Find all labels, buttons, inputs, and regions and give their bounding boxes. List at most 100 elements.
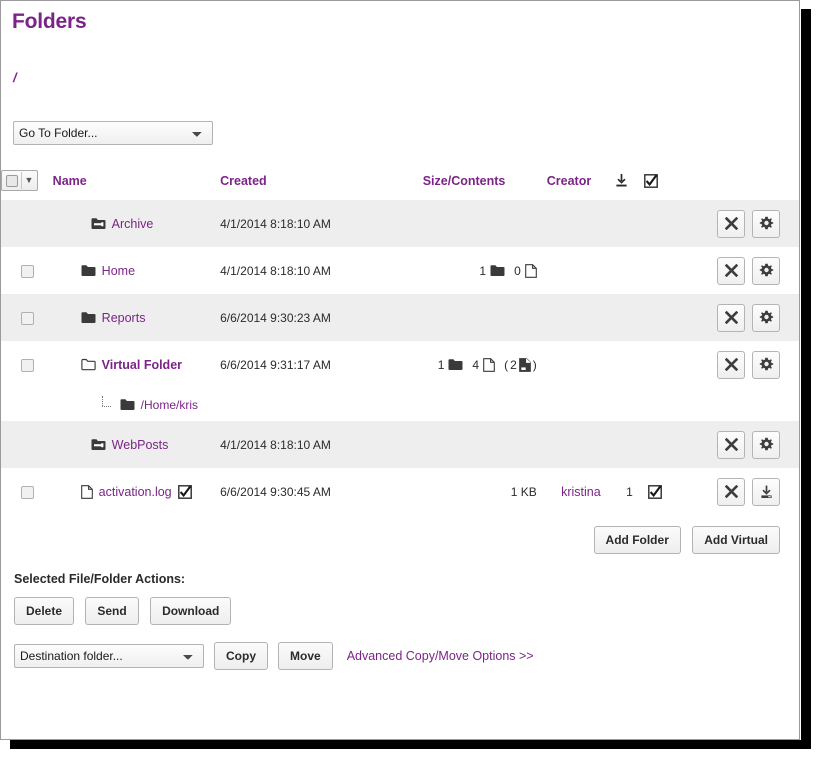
row-check-flag: [643, 421, 686, 468]
row-name-cell: Home: [52, 247, 221, 294]
header-checkmark[interactable]: [644, 165, 685, 200]
contents-counts: 1 4 (2): [438, 358, 537, 372]
row-size-contents: 1 KB: [422, 468, 547, 515]
table-header: ▼ Name Created Size/Contents Creator: [1, 165, 799, 200]
row-check-flag: [643, 294, 686, 341]
folders-table: ▼ Name Created Size/Contents Creator Arc…: [1, 165, 799, 515]
copy-move-row: Destination folder... Copy Move Advanced…: [1, 625, 799, 670]
paren-close: ): [532, 357, 537, 372]
delete-icon: [724, 264, 738, 277]
row-creator: [546, 247, 615, 294]
row-name-link[interactable]: Virtual Folder: [102, 358, 182, 372]
goto-folder-select[interactable]: Go To Folder...: [13, 121, 213, 145]
row-gear-button[interactable]: [752, 209, 780, 238]
delete-button[interactable]: Delete: [14, 597, 75, 625]
row-delete-button[interactable]: [717, 350, 745, 379]
row-gear-button[interactable]: [752, 430, 780, 459]
row-checkbox[interactable]: [21, 485, 34, 499]
breadcrumb: /: [13, 70, 17, 85]
row-checkbox[interactable]: [21, 358, 34, 372]
row-download-button[interactable]: [752, 477, 780, 506]
row-check-flag: [643, 247, 686, 294]
row-actions: [685, 247, 799, 294]
row-name-link[interactable]: Reports: [102, 311, 146, 325]
row-checkbox[interactable]: [21, 311, 34, 325]
delete-icon: [724, 358, 738, 371]
window-shadow-bottom: [10, 740, 811, 749]
window-shadow-right: [801, 9, 811, 748]
row-delete-button[interactable]: [717, 430, 745, 459]
row-delete-button[interactable]: [717, 209, 745, 238]
send-button[interactable]: Send: [85, 597, 139, 625]
header-creator[interactable]: Creator: [547, 165, 615, 200]
subfolder-count: 1: [479, 264, 505, 278]
table-row: WebPosts 4/1/2014 8:18:10 AM: [1, 421, 799, 468]
table-body: Archive 4/1/2014 8:18:10 AM Home 4/1/2014 8…: [1, 200, 799, 515]
header-created[interactable]: Created: [220, 165, 423, 200]
destination-folder-select[interactable]: Destination folder...: [14, 644, 204, 668]
row-name-link[interactable]: Archive: [112, 217, 154, 231]
row-checkbox[interactable]: [21, 264, 34, 278]
table-row: Archive 4/1/2014 8:18:10 AM: [1, 200, 799, 247]
row-gear-button[interactable]: [752, 256, 780, 285]
row-name-cell: /Home/kris: [52, 388, 221, 421]
row-created: 6/6/2014 9:30:45 AM: [220, 468, 423, 515]
row-select-cell: [1, 294, 53, 341]
copy-button[interactable]: Copy: [214, 642, 268, 670]
row-name-link[interactable]: activation.log: [99, 485, 172, 499]
add-virtual-button[interactable]: Add Virtual: [692, 526, 780, 554]
row-name-cell: Archive: [52, 200, 221, 247]
selected-actions-label: Selected File/Folder Actions:: [14, 572, 186, 586]
row-download-count: [614, 388, 644, 421]
gear-icon: [759, 216, 774, 231]
row-delete-button[interactable]: [717, 303, 745, 332]
contents-counts: 10: [479, 264, 537, 278]
download-button[interactable]: Download: [150, 597, 232, 625]
header-name[interactable]: Name: [53, 165, 220, 200]
file-count-value: 4: [472, 357, 480, 372]
select-all-control[interactable]: ▼: [1, 170, 38, 191]
creator-link[interactable]: kristina: [561, 485, 601, 499]
move-button[interactable]: Move: [278, 642, 333, 670]
row-gear-button[interactable]: [752, 350, 780, 379]
file-count-value: 0: [514, 263, 521, 278]
row-name-link[interactable]: /Home/kris: [141, 398, 198, 412]
row-select-cell: [1, 341, 53, 388]
advanced-copy-move-link[interactable]: Advanced Copy/Move Options >>: [347, 649, 534, 663]
row-size-contents: [422, 388, 547, 421]
header-size[interactable]: Size/Contents: [423, 165, 547, 200]
add-folder-button[interactable]: Add Folder: [593, 526, 681, 554]
download-icon: [760, 485, 773, 499]
checked-box-icon: [644, 173, 658, 188]
row-download-count: 1: [614, 468, 644, 515]
row-download-count: [614, 421, 644, 468]
row-delete-button[interactable]: [717, 256, 745, 285]
file-count: 0: [514, 264, 537, 278]
folder-icon: [490, 264, 505, 277]
file-icon: [524, 263, 537, 278]
row-creator: [546, 388, 615, 421]
folder-icon: [448, 358, 463, 371]
row-delete-button[interactable]: [717, 477, 745, 506]
chevron-down-icon[interactable]: ▼: [22, 172, 36, 189]
header-download[interactable]: [615, 165, 644, 200]
row-check-flag: [643, 200, 686, 247]
row-created: 4/1/2014 8:18:10 AM: [220, 200, 423, 247]
row-gear-button[interactable]: [752, 303, 780, 332]
row-name-link[interactable]: Home: [102, 264, 135, 278]
gear-icon: [759, 357, 774, 372]
table-header-row: ▼ Name Created Size/Contents Creator: [1, 165, 799, 200]
row-size-contents: [422, 294, 547, 341]
gear-icon: [759, 310, 774, 325]
row-actions: [685, 468, 799, 515]
checked-box-icon: [177, 484, 192, 499]
row-actions: [685, 341, 799, 388]
table-row: Reports 6/6/2014 9:30:23 AM: [1, 294, 799, 341]
select-all-checkbox[interactable]: [6, 174, 18, 187]
row-name-link[interactable]: WebPosts: [112, 438, 169, 452]
virtual-folder-icon: [80, 358, 96, 371]
folder-icon: [81, 264, 96, 277]
window-shell: Folders / Go To Folder... ▼ Name Created…: [0, 0, 819, 757]
row-check-flag: [643, 468, 686, 515]
row-select-cell: [1, 247, 53, 294]
